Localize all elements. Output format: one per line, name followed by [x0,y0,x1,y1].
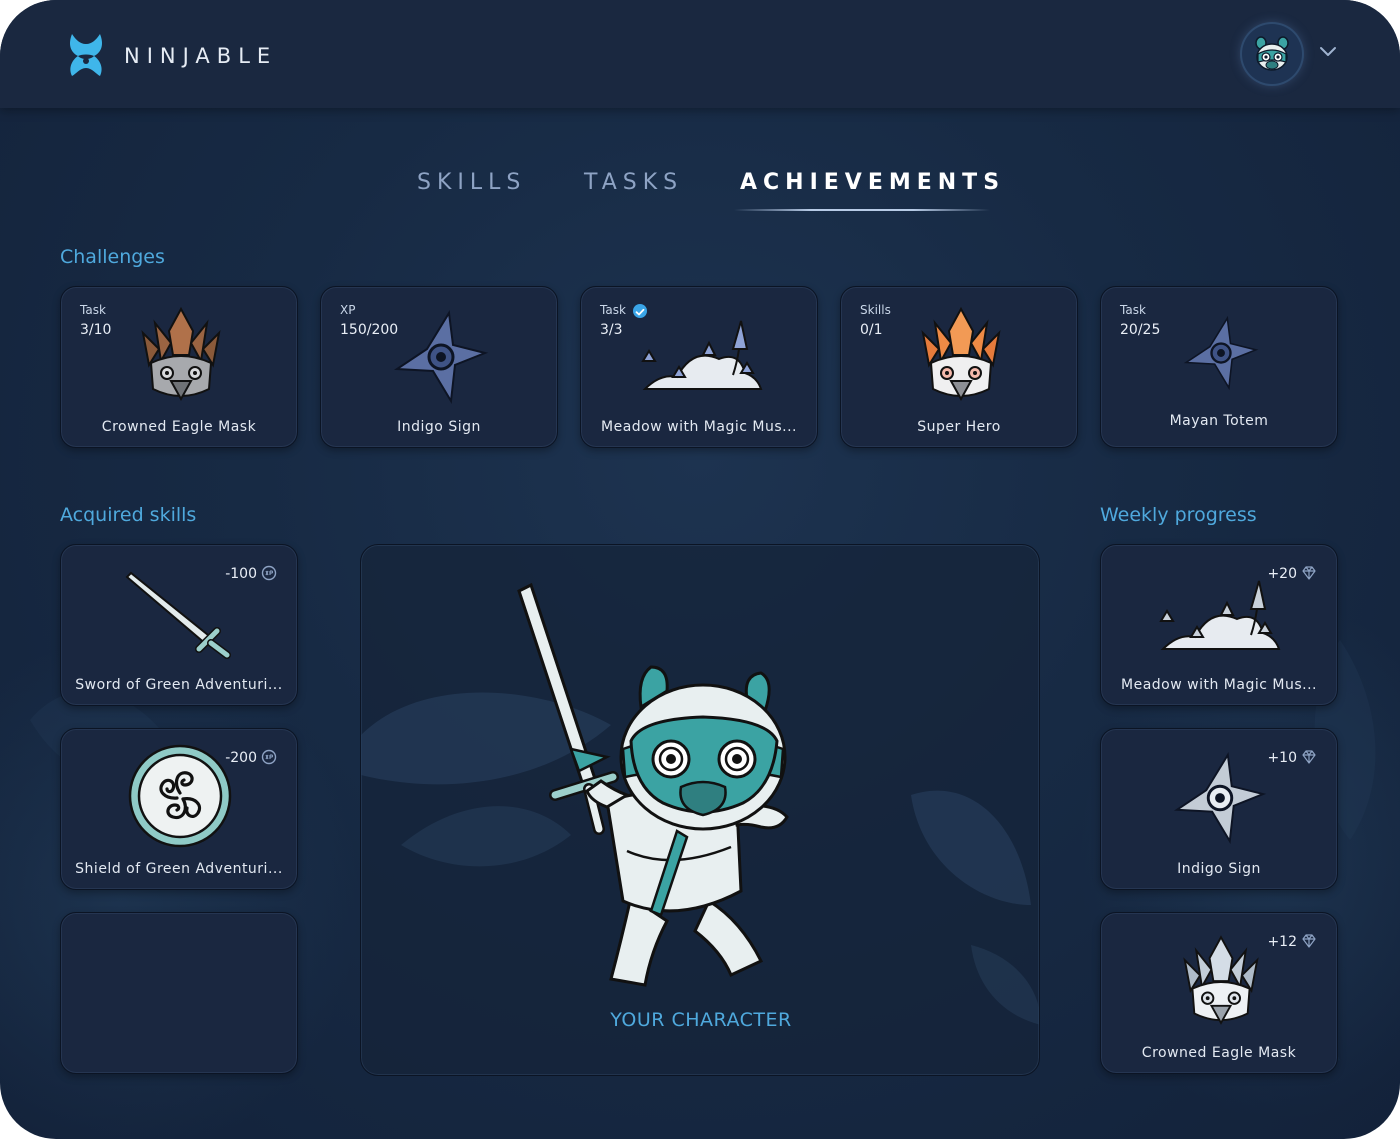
weekly-item-name: Meadow with Magic Mus... [1121,677,1317,693]
skill-card-shield[interactable]: -200 Shield of Green Adventuri... [60,728,298,890]
challenge-card-meadow-magic-mushrooms[interactable]: Task 3/3 Meadow with Magic Mus... [580,286,818,448]
active-tab-indicator [734,209,990,211]
character-panel: YOUR CHARACTER [360,544,1040,1076]
challenge-name: Meadow with Magic Mus... [601,419,797,435]
xp-coin-icon [261,565,277,581]
gem-icon [1302,750,1316,764]
meadow-mushrooms-icon [641,320,763,390]
ninjable-logo-icon[interactable] [66,30,106,80]
tab-skills[interactable]: SKILLS [417,170,526,195]
skill-name: Shield of Green Adventuri... [75,861,283,877]
acquired-skills-heading: Acquired skills [60,504,197,526]
xp-coin-icon [261,749,277,765]
challenge-card-super-hero[interactable]: Skills 0/1 Super Hero [840,286,1078,448]
challenge-kind: Skills [860,303,891,317]
challenge-progress: 20/25 [1120,322,1161,338]
challenge-name: Super Hero [917,419,1001,435]
silver-shuriken-icon [1173,752,1267,845]
chevron-down-icon[interactable] [1318,44,1338,58]
weekly-reward: +10 [1267,749,1317,766]
tab-achievements[interactable]: ACHIEVEMENTS [740,170,1005,195]
eagle-mask-silver-icon [1183,935,1259,1025]
eagle-mask-orange-icon [921,306,1001,402]
weekly-reward-value: +12 [1267,934,1297,950]
challenge-kind: XP [340,303,356,317]
weekly-reward-value: +10 [1267,750,1297,766]
brand-name: NINJABLE [124,44,278,68]
indigo-shuriken-icon [393,310,489,405]
triskelion-shield-icon [128,744,232,848]
challenges-heading: Challenges [60,246,165,268]
app-window: NINJABLE SKILLS TASKS ACHIEVEMENTS Chall… [0,0,1400,1139]
skill-name: Sword of Green Adventuri... [75,677,283,693]
challenge-card-crowned-eagle-mask[interactable]: Task 3/10 Crowned Eagle Mask [60,286,298,448]
pug-ninja-character-icon [517,582,789,987]
weekly-progress-heading: Weekly progress [1100,504,1257,526]
gem-icon [1302,566,1316,580]
top-header: NINJABLE [0,0,1400,108]
skill-card-sword[interactable]: -100 Sword of Green Adventuri... [60,544,298,706]
eagle-mask-bronze-icon [141,306,221,402]
challenge-kind: Task [80,303,106,317]
challenge-progress: 150/200 [340,322,399,338]
character-label: YOUR CHARACTER [610,1009,792,1031]
meadow-mushrooms-icon [1159,580,1281,650]
challenge-progress: 3/10 [80,322,112,338]
weekly-item-name: Crowned Eagle Mask [1141,1045,1297,1061]
verified-check-icon [633,304,647,318]
sword-icon [125,571,231,659]
challenge-progress: 0/1 [860,322,883,338]
tab-tasks[interactable]: TASKS [584,170,683,195]
skill-card-empty-slot[interactable] [60,912,298,1074]
user-avatar[interactable] [1242,24,1302,84]
main-tabs: SKILLS TASKS ACHIEVEMENTS [0,170,1400,220]
challenge-kind: Task [1120,303,1146,317]
weekly-reward: +12 [1267,933,1317,950]
challenge-name: Mayan Totem [1169,413,1269,429]
challenge-name: Indigo Sign [397,419,481,435]
challenge-kind: Task [600,303,626,317]
challenge-card-mayan-totem[interactable]: Task 20/25 Mayan Totem [1100,286,1338,448]
pug-ninja-avatar-icon [1255,36,1289,71]
challenge-card-indigo-sign[interactable]: XP 150/200 Indigo Sign [320,286,558,448]
weekly-item-name: Indigo Sign [1177,861,1261,877]
weekly-card-indigo-sign[interactable]: +10 Indigo Sign [1100,728,1338,890]
gem-icon [1302,934,1316,948]
challenge-name: Crowned Eagle Mask [101,419,257,435]
weekly-card-crowned-eagle-mask[interactable]: +12 Crowned Eagle Mask [1100,912,1338,1074]
weekly-card-meadow-magic-mushrooms[interactable]: +20 Meadow with Magic Mus... [1100,544,1338,706]
indigo-shuriken-small-icon [1183,315,1259,391]
challenge-progress: 3/3 [600,322,623,338]
